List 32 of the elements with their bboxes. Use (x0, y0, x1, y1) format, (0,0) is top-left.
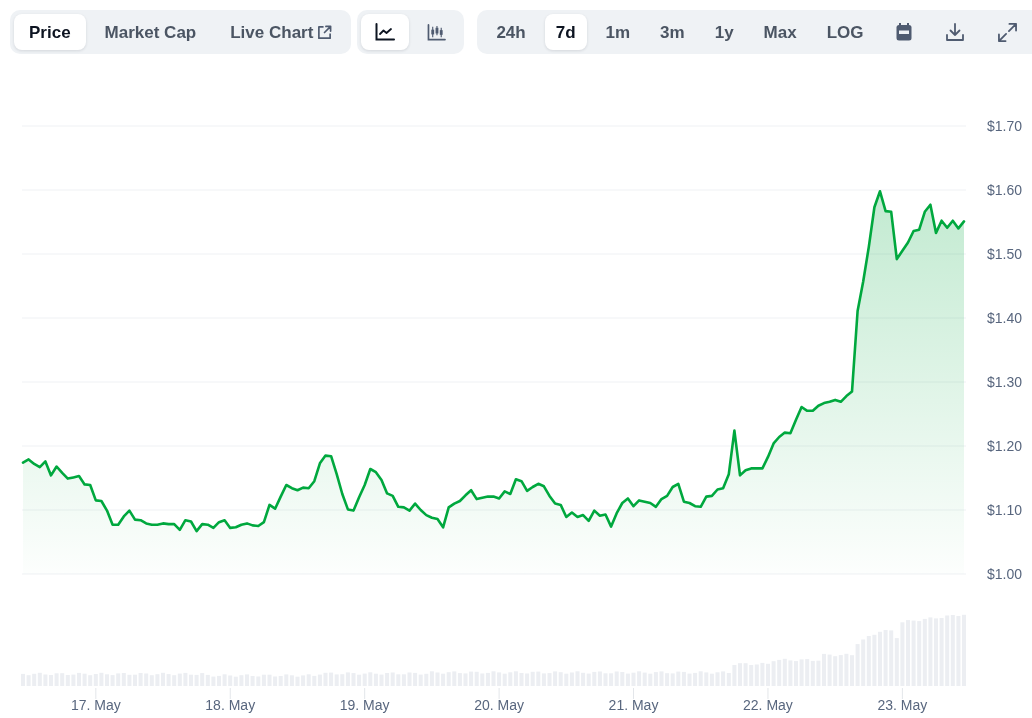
y-axis-label: $1.20 (987, 438, 1023, 454)
metric-tab[interactable]: Market Cap (89, 14, 212, 50)
download-icon (945, 23, 964, 41)
date-label: 23. May (877, 697, 928, 713)
date-label: 21. May (608, 697, 659, 713)
range-tab[interactable]: 3m (649, 14, 696, 50)
range-tab[interactable]: 1y (703, 14, 745, 50)
date-label: 20. May (474, 697, 524, 713)
chart-link[interactable]: Live Chart (215, 14, 348, 50)
y-axis-label: $1.70 (987, 118, 1023, 134)
metric-tab[interactable]: Price (14, 14, 86, 50)
y-axis-label: $1.60 (987, 182, 1023, 198)
y-axis-label: $1.50 (987, 246, 1023, 262)
range-tab[interactable]: Max (752, 14, 808, 50)
y-axis-label: $1.00 (987, 566, 1023, 582)
range-tab[interactable]: 24h (485, 14, 537, 50)
y-axis-label: $1.10 (987, 502, 1023, 518)
y-axis-label: $1.40 (987, 310, 1023, 326)
external-link-icon (317, 24, 333, 40)
range-tab[interactable]: 1m (594, 14, 642, 50)
calendar-icon (895, 23, 912, 41)
date-label: 18. May (205, 697, 256, 713)
line-chart-toggle[interactable] (361, 14, 410, 50)
date-label: 22. May (743, 697, 793, 713)
log-scale-toggle[interactable]: LOG (815, 14, 875, 50)
expand-icon (997, 22, 1017, 42)
range-tab[interactable]: 7d (544, 14, 587, 50)
line-chart-icon (375, 23, 396, 41)
date-label: 17. May (70, 697, 121, 713)
y-axis-label: $1.30 (987, 374, 1023, 390)
date-label: 19. May (339, 697, 390, 713)
candlestick-icon (427, 23, 447, 41)
